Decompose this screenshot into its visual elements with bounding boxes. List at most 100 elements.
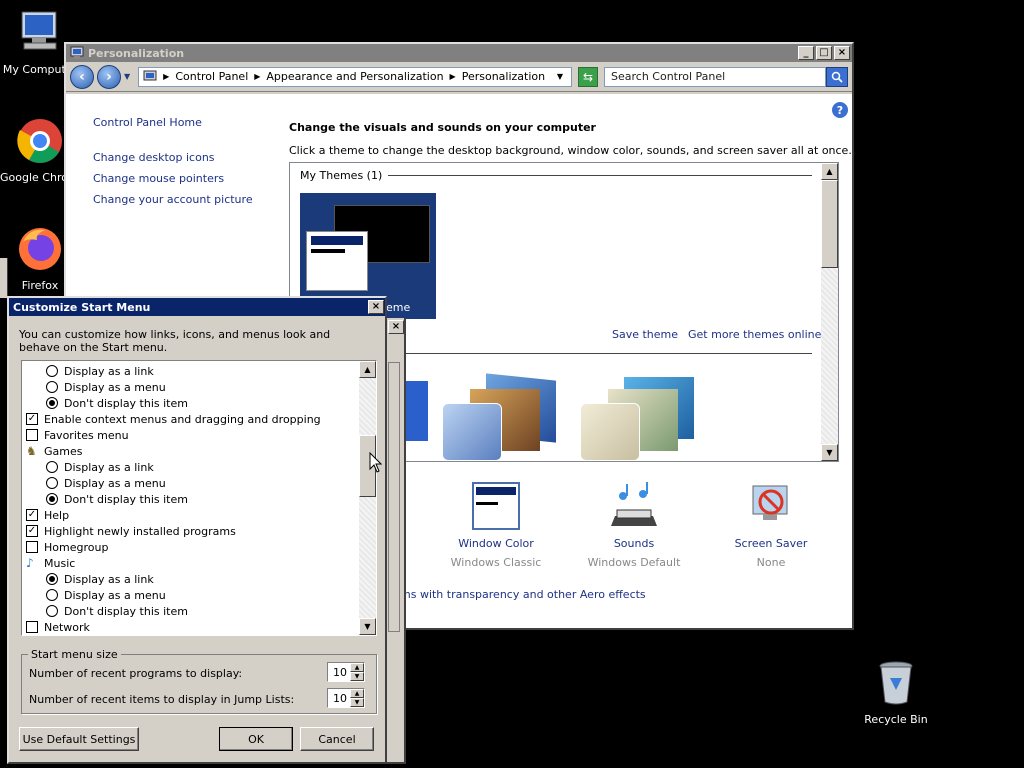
desktop-icon-recycle-bin[interactable]: Recycle Bin (856, 660, 936, 726)
stepper-up-arrow[interactable]: ▲ (350, 689, 364, 698)
get-more-themes-link[interactable]: Get more themes online (688, 328, 821, 341)
option-checkbox[interactable]: Network (26, 619, 90, 635)
maximize-button[interactable]: □ (816, 46, 832, 60)
customize-start-menu-dialog[interactable]: Customize Start Menu × You can customize… (7, 296, 387, 764)
radio-unselected[interactable] (46, 605, 58, 617)
radio-selected[interactable] (46, 493, 58, 505)
screen-saver-setting[interactable]: Screen Saver None (721, 482, 821, 569)
search-button[interactable] (826, 66, 848, 87)
option-radio[interactable]: Display as a menu (46, 587, 166, 603)
scroll-down-arrow[interactable]: ▼ (359, 618, 376, 635)
checkbox-unchecked[interactable] (26, 429, 38, 441)
scroll-down-arrow[interactable]: ▼ (821, 444, 838, 461)
checkbox-unchecked[interactable] (26, 541, 38, 553)
option-label: Games (44, 444, 83, 458)
sounds-setting[interactable]: Sounds Windows Default (584, 482, 684, 569)
option-checkbox[interactable]: ✓ Highlight newly installed programs (26, 523, 236, 539)
save-theme-link[interactable]: Save theme (612, 328, 678, 341)
games-icon: ♞ (26, 444, 37, 458)
search-input[interactable]: Search Control Panel (604, 66, 826, 87)
option-radio[interactable]: Display as a link (46, 363, 154, 379)
change-mouse-pointers-link[interactable]: Change mouse pointers (93, 172, 224, 185)
change-desktop-icons-link[interactable]: Change desktop icons (93, 151, 215, 164)
scroll-up-arrow[interactable]: ▲ (359, 361, 376, 378)
breadcrumb-appearance[interactable]: Appearance and Personalization (266, 70, 443, 83)
chevron-right-icon[interactable]: ▶ (254, 72, 260, 81)
scroll-up-arrow[interactable]: ▲ (821, 163, 838, 180)
personalization-titlebar[interactable]: Personalization _ □ × (66, 44, 852, 62)
radio-unselected[interactable] (46, 477, 58, 489)
theme-list-scrollbar[interactable]: ▲ ▼ (821, 163, 838, 461)
close-button[interactable]: × (388, 320, 404, 334)
my-themes-group-label: My Themes (1) (300, 169, 812, 182)
option-radio[interactable]: Don't display this item (46, 603, 188, 619)
stepper-down-arrow[interactable]: ▼ (350, 672, 364, 681)
option-radio[interactable]: Display as a link (46, 459, 154, 475)
scroll-thumb[interactable] (821, 180, 838, 268)
chevron-right-icon[interactable]: ▶ (163, 72, 169, 81)
close-button[interactable]: × (368, 300, 384, 314)
theme-thumbnail-aero[interactable] (406, 381, 428, 441)
chevron-right-icon[interactable]: ▶ (450, 72, 456, 81)
breadcrumb-control-panel[interactable]: Control Panel (175, 70, 248, 83)
address-dropdown-icon[interactable]: ▼ (557, 72, 563, 81)
screen-saver-title[interactable]: Screen Saver (721, 537, 821, 550)
desktop-icon-label: Recycle Bin (864, 713, 928, 726)
use-default-settings-button[interactable]: Use Default Settings (19, 727, 139, 751)
option-group-header: ♪ Music (26, 555, 75, 571)
radio-unselected[interactable] (46, 381, 58, 393)
aero-effects-link[interactable]: ms with transparency and other Aero effe… (400, 588, 646, 601)
checkbox-unchecked[interactable] (26, 621, 38, 633)
close-button[interactable]: × (834, 46, 850, 60)
option-radio[interactable]: Display as a link (46, 571, 154, 587)
minimize-button[interactable]: _ (798, 46, 814, 60)
start-menu-options-list[interactable]: Display as a link Display as a menu Don't … (21, 360, 377, 636)
stepper-down-arrow[interactable]: ▼ (350, 698, 364, 707)
address-bar[interactable]: ▶ Control Panel ▶ Appearance and Persona… (138, 66, 572, 87)
radio-selected[interactable] (46, 573, 58, 585)
radio-unselected[interactable] (46, 461, 58, 473)
option-radio[interactable]: Don't display this item (46, 491, 188, 507)
help-button[interactable]: ? (832, 102, 848, 118)
option-checkbox[interactable]: Favorites menu (26, 427, 129, 443)
theme-thumbnail-nature[interactable] (578, 377, 700, 461)
option-checkbox[interactable]: ✓ Help (26, 507, 69, 523)
dialog-description: You can customize how links, icons, and … (19, 328, 331, 354)
option-radio[interactable]: Don't display this item (46, 395, 188, 411)
radio-unselected[interactable] (46, 589, 58, 601)
screen-saver-icon (752, 485, 788, 520)
theme-thumbnail-architecture[interactable] (440, 373, 562, 461)
back-button[interactable]: ‹ (70, 64, 94, 89)
option-checkbox[interactable]: Homegroup (26, 539, 108, 555)
option-radio[interactable]: Display as a menu (46, 475, 166, 491)
change-account-picture-link[interactable]: Change your account picture (93, 193, 253, 206)
option-label: Favorites menu (44, 428, 129, 442)
control-panel-home-link[interactable]: Control Panel Home (93, 116, 202, 129)
checkbox-checked[interactable]: ✓ (26, 525, 38, 537)
recent-items-stepper[interactable]: 10 ▲ ▼ (327, 688, 365, 708)
behind-dialog[interactable]: × (384, 318, 406, 764)
window-color-title[interactable]: Window Color (446, 537, 546, 550)
recycle-bin-icon (879, 661, 913, 705)
option-label: Display as a menu (64, 476, 166, 490)
breadcrumb-personalization[interactable]: Personalization (462, 70, 545, 83)
window-color-setting[interactable]: Window Color Windows Classic (446, 482, 546, 569)
ok-button[interactable]: OK (219, 727, 293, 751)
recent-programs-stepper[interactable]: 10 ▲ ▼ (327, 662, 365, 682)
options-list-scrollbar[interactable]: ▲ ▼ (359, 361, 376, 635)
checkbox-checked[interactable]: ✓ (26, 413, 38, 425)
recent-programs-value: 10 (333, 665, 347, 679)
option-checkbox[interactable]: ✓ Enable context menus and dragging and d… (26, 411, 321, 427)
forward-button[interactable]: › (97, 64, 121, 89)
dialog-titlebar[interactable]: Customize Start Menu × (9, 298, 385, 316)
recent-pages-dropdown-icon[interactable]: ▼ (124, 72, 130, 81)
sounds-title[interactable]: Sounds (584, 537, 684, 550)
stepper-up-arrow[interactable]: ▲ (350, 663, 364, 672)
refresh-button[interactable]: ⇆ (578, 66, 598, 87)
radio-unselected[interactable] (46, 365, 58, 377)
start-menu-size-label: Start menu size (31, 648, 118, 661)
option-radio[interactable]: Display as a menu (46, 379, 166, 395)
radio-selected[interactable] (46, 397, 58, 409)
cancel-button[interactable]: Cancel (300, 727, 374, 751)
checkbox-checked[interactable]: ✓ (26, 509, 38, 521)
